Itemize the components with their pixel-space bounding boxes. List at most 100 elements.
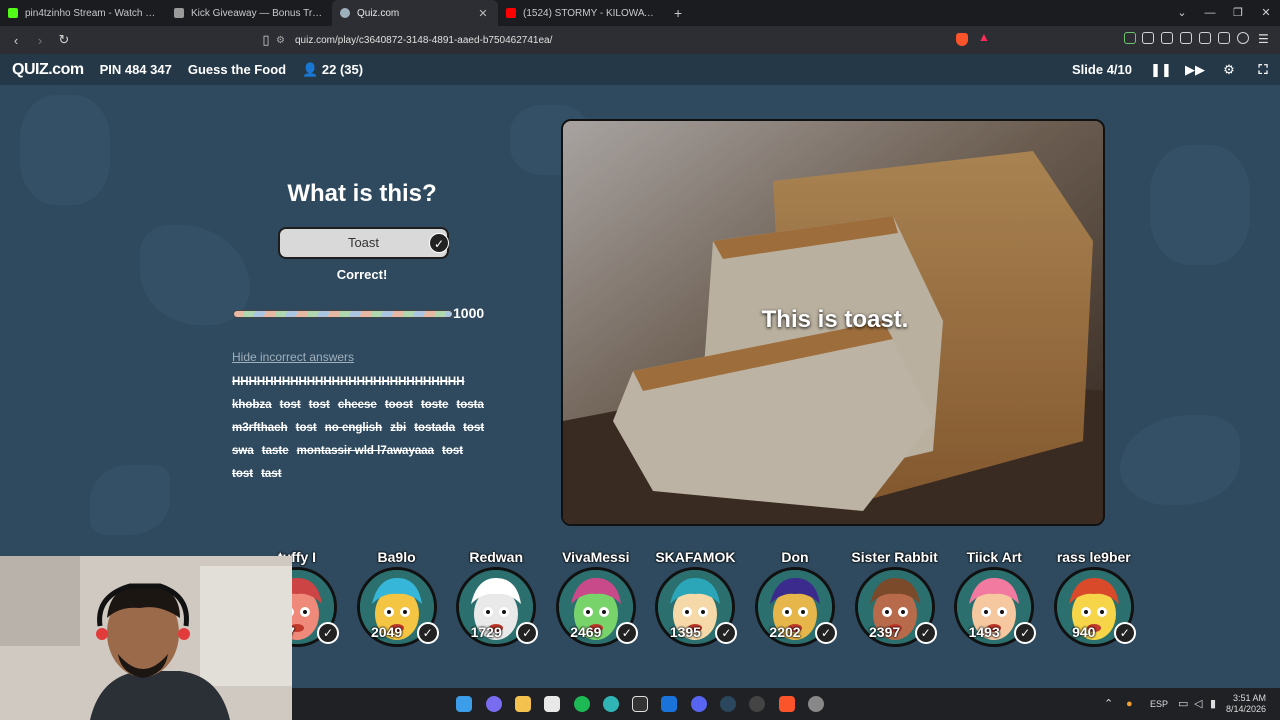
settings-app-icon[interactable] xyxy=(808,696,824,712)
discord-icon[interactable] xyxy=(691,696,707,712)
vpn-icon[interactable] xyxy=(1237,32,1249,44)
player-card: Redwan 1729 ✓ xyxy=(451,547,541,647)
minimize-icon[interactable]: — xyxy=(1196,0,1224,26)
player-card: Don 2202 ✓ xyxy=(750,547,840,647)
tab-quiz[interactable]: Quiz.com ✕ xyxy=(332,0,498,26)
check-icon: ✓ xyxy=(1014,622,1037,644)
incorrect-answer: tostada xyxy=(414,422,456,434)
player-card: Sister Rabbit 2397 ✓ xyxy=(850,547,940,647)
epic-games-icon[interactable] xyxy=(632,696,648,712)
new-tab-button[interactable]: + xyxy=(664,5,692,21)
player-name: VivaMessi xyxy=(562,549,630,565)
player-card: Ba9lo 2049 ✓ xyxy=(352,547,442,647)
player-score: 1493 xyxy=(968,624,1000,640)
taskbar: ⌃ ● ESP ▭ ◁ ▮ 3:51 AM 8/14/2026 xyxy=(292,688,1280,720)
image-caption: This is toast. xyxy=(761,306,909,333)
file-explorer-icon[interactable] xyxy=(515,696,531,712)
restore-icon[interactable]: ❐ xyxy=(1224,0,1252,26)
incorrect-answer: montassir wld l7awayaaa xyxy=(296,445,435,457)
settings-icon[interactable]: ⚙ xyxy=(1212,62,1246,78)
player-name: Ba9lo xyxy=(377,549,416,565)
check-icon: ✓ xyxy=(715,622,738,644)
player-count-text: 22 (35) xyxy=(321,61,364,77)
incorrect-answer: khobza xyxy=(232,399,272,411)
extension-icon[interactable] xyxy=(1124,32,1136,44)
background-shape xyxy=(1150,145,1250,265)
streamer-webcam xyxy=(0,556,292,720)
bookmark-icon[interactable]: ▯ xyxy=(256,32,276,48)
check-icon: ✓ xyxy=(815,622,837,644)
incorrect-answer: zbi xyxy=(390,422,407,434)
clock[interactable]: 3:51 AM 8/14/2026 xyxy=(1206,693,1266,715)
obs-icon[interactable] xyxy=(749,696,765,712)
back-icon[interactable]: ‹ xyxy=(6,33,26,48)
tab-giveaway[interactable]: Kick Giveaway — Bonus Tracker | Bor xyxy=(166,0,332,26)
spotify-icon[interactable] xyxy=(574,696,590,712)
tab-title: Quiz.com xyxy=(357,7,400,19)
pause-icon[interactable]: ❚❚ xyxy=(1144,62,1178,78)
brave-icon[interactable] xyxy=(779,696,795,712)
tab-title: Kick Giveaway — Bonus Tracker | Bor xyxy=(191,7,324,19)
sidebar-icon[interactable] xyxy=(1199,32,1211,44)
check-icon: ✓ xyxy=(1113,622,1136,644)
incorrect-answer: toste xyxy=(420,399,449,411)
incorrect-answer: tast xyxy=(261,468,282,480)
site-info-icon[interactable]: ⚙ xyxy=(276,35,285,46)
incorrect-answer: no english xyxy=(324,422,383,434)
incorrect-answer: toost xyxy=(384,399,413,411)
microphone-icon[interactable]: ● xyxy=(1126,688,1133,720)
player-card: SKAFAMOK 1395 ✓ xyxy=(650,547,740,647)
outlook-icon[interactable] xyxy=(661,696,677,712)
player-score: 2049 xyxy=(371,624,403,640)
close-tab-icon[interactable]: ✕ xyxy=(476,7,490,20)
hide-incorrect-link[interactable]: Hide incorrect answers xyxy=(232,350,354,364)
points-bar xyxy=(233,310,453,318)
player-count: 👤 22 (35) xyxy=(302,62,363,78)
network-icon[interactable]: ▭ xyxy=(1178,688,1188,720)
forward-icon[interactable]: › xyxy=(30,33,50,48)
person-icon: 👤 xyxy=(302,61,319,77)
tab-list-icon[interactable]: ⌄ xyxy=(1168,0,1196,26)
tab-youtube[interactable]: (1524) STORMY - KILOWAT (VISUALI xyxy=(498,0,664,26)
player-name: Redwan xyxy=(469,549,524,565)
wallet-icon[interactable] xyxy=(1218,32,1230,44)
language-indicator[interactable]: ESP xyxy=(1150,688,1168,720)
tray-overflow-icon[interactable]: ⌃ xyxy=(1104,688,1113,720)
answer-pill: Toast ✓ xyxy=(278,227,449,259)
brave-shield-icon[interactable] xyxy=(956,33,968,46)
reload-icon[interactable]: ↻ xyxy=(54,32,74,48)
youtube-icon xyxy=(506,8,516,18)
incorrect-answer: m3rfthach xyxy=(232,422,288,434)
player-card: rass le9ber 940 ✓ xyxy=(1049,547,1139,647)
check-icon: ✓ xyxy=(615,622,638,644)
address-bar[interactable]: ⚙ quiz.com/play/c3640872-3148-4891-aaed-… xyxy=(276,29,1028,51)
tab-kick-stream[interactable]: pin4tzinho Stream - Watch Live on K xyxy=(0,0,166,26)
player-score: 940 xyxy=(1072,624,1096,640)
quiz-logo[interactable]: QUIZ.com xyxy=(12,61,84,79)
download-icon[interactable] xyxy=(1161,32,1173,44)
player-score: 1729 xyxy=(470,624,502,640)
brave-rewards-icon[interactable]: ▲ xyxy=(978,30,990,44)
url-text: quiz.com/play/c3640872-3148-4891-aaed-b7… xyxy=(294,34,553,46)
steam-icon[interactable] xyxy=(720,696,736,712)
volume-icon[interactable]: ◁ xyxy=(1194,688,1202,720)
puzzle-icon[interactable] xyxy=(1142,32,1154,44)
music-icon[interactable] xyxy=(1180,32,1192,44)
tracker-icon xyxy=(174,8,184,18)
skip-icon[interactable]: ▶▶ xyxy=(1178,62,1212,78)
browser-tab-bar: pin4tzinho Stream - Watch Live on K Kick… xyxy=(0,0,1280,26)
menu-icon[interactable]: ☰ xyxy=(1258,32,1269,46)
close-window-icon[interactable]: ✕ xyxy=(1252,0,1280,26)
copilot-icon[interactable] xyxy=(486,696,502,712)
incorrect-answer: swa xyxy=(232,445,254,457)
fullscreen-icon[interactable]: ⛶ xyxy=(1246,62,1280,78)
clock-time: 3:51 AM xyxy=(1232,693,1266,703)
edge-icon[interactable] xyxy=(603,696,619,712)
background-shape xyxy=(20,95,110,205)
incorrect-answer: tost xyxy=(279,399,301,411)
incorrect-answer: taste xyxy=(261,445,289,457)
store-icon[interactable] xyxy=(544,696,560,712)
player-score: 2397 xyxy=(869,624,901,640)
points-value: 1000 xyxy=(453,305,485,321)
windows-start-icon[interactable] xyxy=(456,696,472,712)
